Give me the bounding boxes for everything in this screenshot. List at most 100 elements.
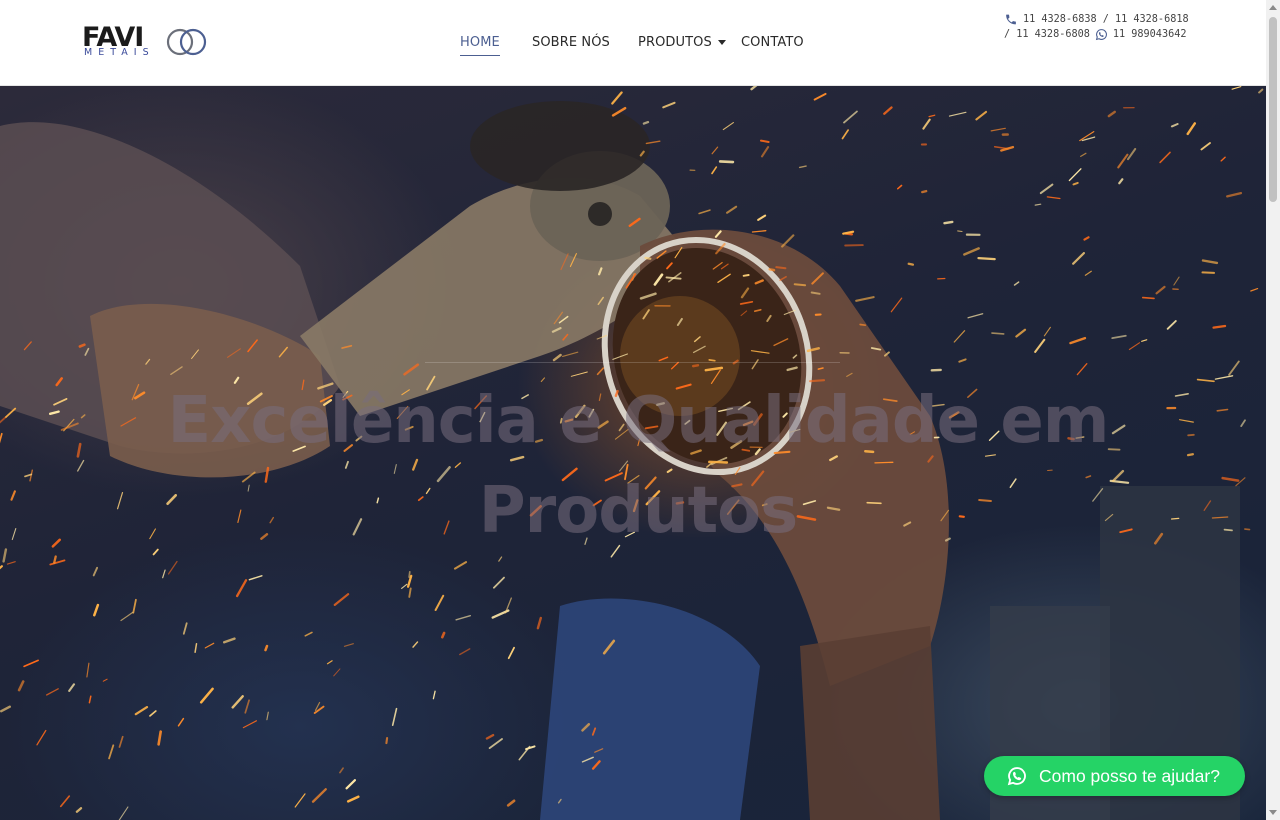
nav-sobre-nos[interactable]: SOBRE NÓS: [532, 31, 610, 53]
spark: [244, 699, 250, 714]
scroll-thumb[interactable]: [1269, 17, 1277, 202]
spark: [1214, 375, 1234, 380]
spark: [722, 122, 734, 131]
spark: [536, 616, 542, 630]
spark: [339, 767, 344, 774]
spark: [11, 528, 17, 541]
nav-sobre-nos-label: SOBRE NÓS: [532, 34, 610, 50]
spark: [231, 695, 244, 709]
spark: [711, 146, 719, 155]
spark: [1107, 110, 1117, 118]
spark: [1034, 203, 1042, 206]
spark: [813, 92, 827, 101]
spark: [1226, 191, 1243, 198]
spark: [0, 565, 3, 570]
spark: [408, 570, 411, 578]
spark: [921, 189, 928, 194]
phone-numbers-line2[interactable]: / 11 4328-6808: [1004, 27, 1090, 42]
spark: [1170, 123, 1179, 128]
spark: [611, 91, 623, 105]
hero-banner: Excelência e Qualidade em Produtos: [0, 86, 1266, 820]
spark: [841, 129, 849, 140]
spark: [1039, 183, 1054, 195]
spark: [810, 291, 821, 295]
spark: [843, 110, 858, 124]
whatsapp-chat-label: Como posso te ajudar?: [1039, 765, 1220, 786]
spark: [1174, 392, 1189, 397]
spark: [434, 594, 445, 611]
spark: [1228, 360, 1240, 376]
spark: [1200, 142, 1211, 151]
spark: [1178, 419, 1194, 423]
spark: [1084, 270, 1092, 276]
spark: [76, 442, 82, 458]
spark: [518, 745, 531, 761]
spark: [958, 358, 967, 363]
spark: [149, 710, 157, 717]
nav-contato[interactable]: CONTATO: [741, 31, 804, 53]
logo[interactable]: FAVI METAIS: [82, 24, 212, 64]
scroll-up-arrow-icon[interactable]: [1269, 5, 1277, 10]
spark: [102, 678, 108, 682]
nav-produtos[interactable]: PRODUTOS: [638, 31, 726, 53]
spark: [883, 106, 893, 115]
spark: [453, 561, 468, 570]
spark: [953, 330, 966, 343]
spark: [975, 110, 988, 121]
spark: [967, 313, 984, 319]
spark: [1223, 528, 1233, 532]
spark: [1141, 339, 1148, 342]
spark: [1043, 326, 1051, 337]
spark: [691, 364, 700, 368]
spark: [760, 146, 770, 158]
spark: [1069, 336, 1087, 345]
spark: [235, 579, 248, 598]
spark: [1155, 285, 1166, 295]
spark: [385, 736, 389, 745]
spark: [92, 566, 99, 577]
spark: [1220, 156, 1226, 162]
spark: [485, 733, 495, 740]
spark: [118, 735, 124, 748]
nav-home[interactable]: HOME: [460, 31, 500, 56]
spark: [0, 705, 12, 713]
spark: [1221, 476, 1240, 482]
spark: [294, 793, 306, 808]
spark: [440, 631, 446, 639]
site-header: FAVI METAIS HOME SOBRE NÓS PRODUTOS CONT…: [0, 0, 1266, 86]
spark: [896, 184, 903, 190]
whatsapp-number[interactable]: 11 989043642: [1113, 27, 1187, 42]
spark: [118, 806, 129, 820]
spark: [199, 687, 214, 704]
spark: [1013, 281, 1020, 286]
spark: [432, 690, 436, 700]
spark: [718, 160, 735, 164]
spark: [492, 576, 505, 589]
spark: [1201, 271, 1215, 274]
spark: [1117, 153, 1129, 169]
spark: [45, 688, 59, 696]
spark: [1083, 236, 1090, 241]
phone-icon: [1006, 14, 1016, 25]
scroll-down-arrow-icon[interactable]: [1269, 810, 1277, 815]
logo-subtitle: METAIS: [84, 47, 155, 58]
spark: [768, 268, 776, 272]
spark: [2, 548, 8, 563]
phone-numbers-line1[interactable]: 11 4328-6838 / 11 4328-6818: [1023, 12, 1189, 27]
spark: [561, 351, 579, 357]
page-scrollbar[interactable]: [1266, 0, 1280, 820]
logo-rings-icon: [166, 28, 207, 56]
spark: [93, 603, 100, 617]
whatsapp-chat-button[interactable]: Como posso te ajudar?: [984, 756, 1245, 796]
spark: [498, 556, 503, 562]
spark: [948, 111, 967, 117]
spark: [1080, 152, 1087, 158]
hero-title: Excelência e Qualidade em Produtos: [167, 384, 1110, 548]
spark: [1244, 528, 1251, 531]
spark: [77, 459, 85, 472]
spark: [793, 283, 807, 287]
spark: [943, 220, 954, 225]
spark: [408, 587, 412, 598]
spark: [120, 611, 134, 622]
spark: [304, 631, 313, 637]
